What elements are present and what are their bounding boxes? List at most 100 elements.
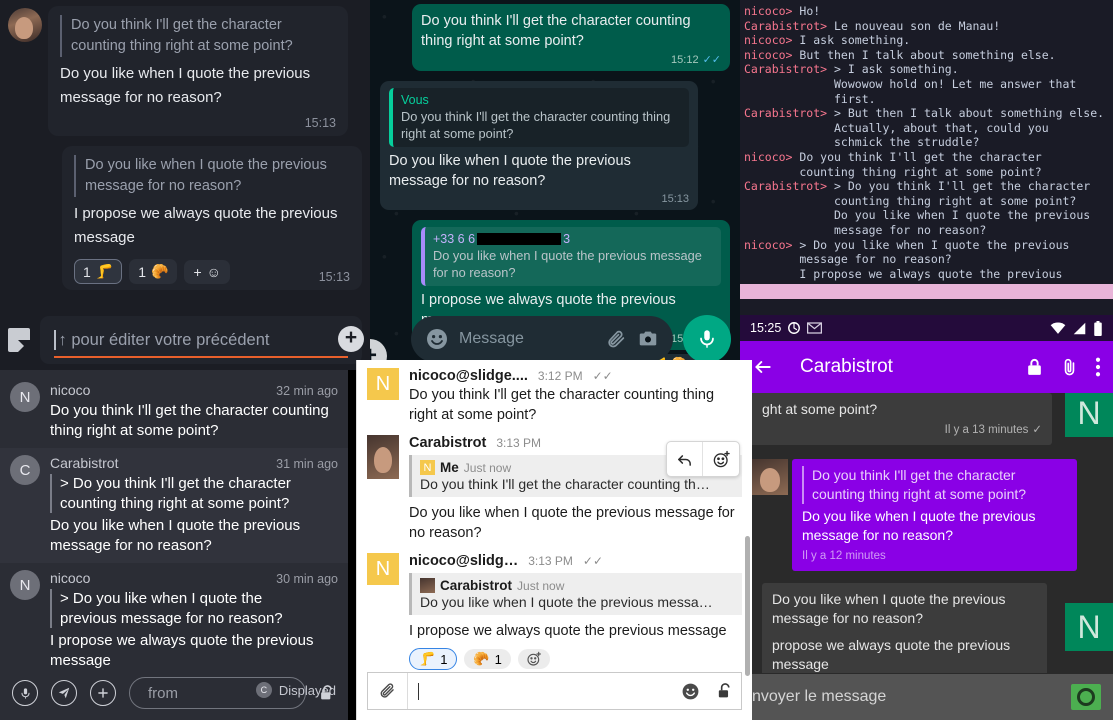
quoted-text: > Do you like when I quote the previous …	[50, 589, 338, 628]
add-reaction-icon[interactable]	[517, 649, 550, 669]
android-composer[interactable]: nvoyer le message	[740, 674, 1113, 720]
reaction-bar[interactable]: 1 🦵 1 🥐 + ☺	[74, 259, 230, 284]
terminal-status-bar: 2503@whatsapp.slidge.im] Carabistrot [aw…	[740, 284, 1113, 299]
terminal-text: Do you like when I quote the previous	[744, 208, 1091, 223]
gajim-message[interactable]: Carabistrot 3:13 PM N Me Just now Do you…	[357, 429, 752, 547]
message-bubble[interactable]: Do you like when I quote the previous me…	[62, 146, 362, 290]
terminal-line: nicoco> Ho!	[744, 4, 1113, 19]
message-text: Do you like when I quote the previous me…	[409, 505, 735, 541]
camera-icon[interactable]	[637, 328, 659, 350]
smiley-icon: ☺	[206, 263, 221, 280]
lock-icon[interactable]	[1025, 357, 1044, 377]
microphone-icon[interactable]	[12, 680, 38, 706]
reply-arrow-icon[interactable]	[667, 442, 703, 476]
plus-icon[interactable]: +	[338, 326, 364, 352]
terminal-line: Actually, about that, could you	[744, 121, 1113, 136]
android-message-incoming[interactable]: ght at some point? Il y a 13 minutes ✓ N	[740, 393, 1113, 445]
tl-message-list[interactable]: Do you think I'll get the character coun…	[0, 0, 370, 310]
message-header: Carabistrot 31 min ago	[50, 455, 338, 471]
emoji-icon[interactable]	[673, 682, 707, 701]
list-item[interactable]: C Carabistrot 31 min ago > Do you think …	[0, 448, 348, 563]
scrollbar-thumb[interactable]	[745, 536, 750, 676]
panel-movim-client: N nicoco 32 min ago Do you think I'll ge…	[0, 370, 348, 720]
list-item[interactable]: N nicoco 32 min ago Do you think I'll ge…	[0, 370, 348, 448]
terminal-output[interactable]: nicoco> Ho! Carabistrot> Le nouveau son d…	[740, 0, 1113, 296]
terminal-nick: nicoco>	[744, 33, 800, 48]
input-placeholder[interactable]: nvoyer le message	[752, 688, 1071, 706]
quoted-message[interactable]: +33 6 6 3 Do you like when I quote the pr…	[421, 227, 721, 286]
conversation-title: Carabistrot	[800, 356, 893, 377]
gajim-message[interactable]: N nicoco@slidge.... 3:12 PM ✓✓ Do you th…	[357, 360, 752, 429]
unlocked-padlock-icon[interactable]	[707, 682, 741, 700]
tl-composer[interactable]: ↑ pour éditer votre précédent +	[0, 310, 370, 370]
message-time: 15:12	[671, 53, 699, 66]
gajim-composer[interactable]	[367, 672, 742, 710]
paperclip-icon[interactable]	[368, 673, 408, 709]
add-reaction-icon[interactable]	[703, 442, 739, 476]
add-reaction-button[interactable]: + ☺	[184, 259, 230, 284]
message-input[interactable]	[408, 682, 673, 700]
send-icon[interactable]	[51, 680, 77, 706]
status-time: 15:25	[750, 321, 782, 335]
quote-author-prefix: +33 6 6	[433, 232, 476, 246]
contact-initial-avatar: N	[1065, 393, 1113, 437]
avatar	[752, 459, 788, 495]
reaction-leg[interactable]: 🦵 1	[409, 648, 458, 670]
input-placeholder: from	[148, 684, 178, 702]
whatsapp-message-incoming[interactable]: Vous Do you think I'll get the character…	[380, 81, 698, 210]
reaction-leg[interactable]: 1 🦵	[74, 259, 123, 284]
message-text: Do you like when I quote the previous me…	[802, 508, 1036, 543]
message-text-secondary: propose we always quote the previous mes…	[772, 637, 1011, 672]
quoted-message[interactable]: Carabistrot Just now Do you like when I …	[409, 573, 742, 615]
message-hover-actions[interactable]	[666, 441, 740, 477]
list-item[interactable]: N nicoco 30 min ago > Do you like when I…	[0, 563, 348, 678]
reaction-bar[interactable]: 🦵 1 🥐 1	[409, 648, 742, 670]
camera-icon[interactable]	[1071, 684, 1101, 710]
reaction-croissant[interactable]: 1 🥐	[129, 259, 178, 284]
android-message-outgoing[interactable]: Do you think I'll get the character coun…	[740, 459, 1113, 571]
microphone-button[interactable]	[683, 315, 731, 363]
android-app-bar: Carabistrot	[740, 341, 1113, 393]
avatar: N	[10, 570, 40, 600]
sticky-note-icon[interactable]	[8, 328, 30, 352]
tl-message-incoming[interactable]: Do you think I'll get the character coun…	[8, 6, 362, 136]
paperclip-icon[interactable]	[1060, 357, 1079, 377]
terminal-nick: nicoco>	[744, 47, 800, 62]
message-input[interactable]: Message	[411, 316, 673, 362]
unlocked-padlock-icon[interactable]	[319, 684, 336, 702]
plus-icon[interactable]	[90, 680, 116, 706]
message-input[interactable]: ↑ pour éditer votre précédent	[40, 316, 362, 364]
terminal-nick: Carabistrot>	[744, 18, 835, 33]
terminal-text: counting thing right at some point?	[744, 193, 1077, 208]
back-arrow-icon[interactable]	[752, 357, 774, 377]
message-bubble[interactable]: Do you think I'll get the character coun…	[48, 6, 348, 136]
message-time: 3:12 PM	[537, 369, 583, 383]
quoted-message[interactable]: Vous Do you think I'll get the character…	[389, 88, 689, 147]
android-message-incoming[interactable]: Do you like when I quote the previous me…	[740, 583, 1113, 673]
tl-message-outgoing[interactable]: Do you like when I quote the previous me…	[8, 146, 362, 290]
terminal-text: Wowowow hold on! Let me answer that	[744, 76, 1077, 91]
message-input[interactable]: from	[129, 677, 306, 709]
message-bubble[interactable]: Do you like when I quote the previous me…	[762, 583, 1047, 673]
message-meta: Il y a 12 minutes	[802, 547, 1067, 566]
reaction-croissant[interactable]: 🥐 1	[464, 649, 511, 669]
redaction-bar	[477, 233, 562, 245]
gajim-message[interactable]: N nicoco@slidg… 3:13 PM ✓✓ Carabistrot J…	[357, 547, 752, 672]
panel-gajim-client: N nicoco@slidge.... 3:12 PM ✓✓ Do you th…	[356, 360, 752, 720]
read-receipt-icon: ✓✓	[592, 369, 613, 383]
android-message-list[interactable]: ght at some point? Il y a 13 minutes ✓ N…	[740, 393, 1113, 673]
message-bubble[interactable]: ght at some point? Il y a 13 minutes ✓	[752, 393, 1052, 445]
message-time: 15:13	[304, 116, 336, 130]
quote-text: Do you like when I quote the previous me…	[433, 248, 702, 280]
whatsapp-message-outgoing[interactable]: Do you think I'll get the character coun…	[412, 4, 730, 71]
message-bubble[interactable]: Do you think I'll get the character coun…	[792, 459, 1077, 571]
terminal-nick: Carabistrot>	[744, 106, 835, 121]
quote-avatar: N	[420, 460, 435, 475]
emoji-icon[interactable]	[425, 327, 449, 351]
whatsapp-message-list[interactable]: Do you think I'll get the character coun…	[370, 0, 740, 370]
terminal-line: Carabistrot> > Do you think I'll get the…	[744, 179, 1113, 194]
more-vertical-icon[interactable]	[1095, 357, 1101, 377]
avatar: N	[367, 553, 399, 585]
movim-composer[interactable]: from	[0, 666, 348, 720]
paperclip-icon[interactable]	[605, 328, 627, 350]
